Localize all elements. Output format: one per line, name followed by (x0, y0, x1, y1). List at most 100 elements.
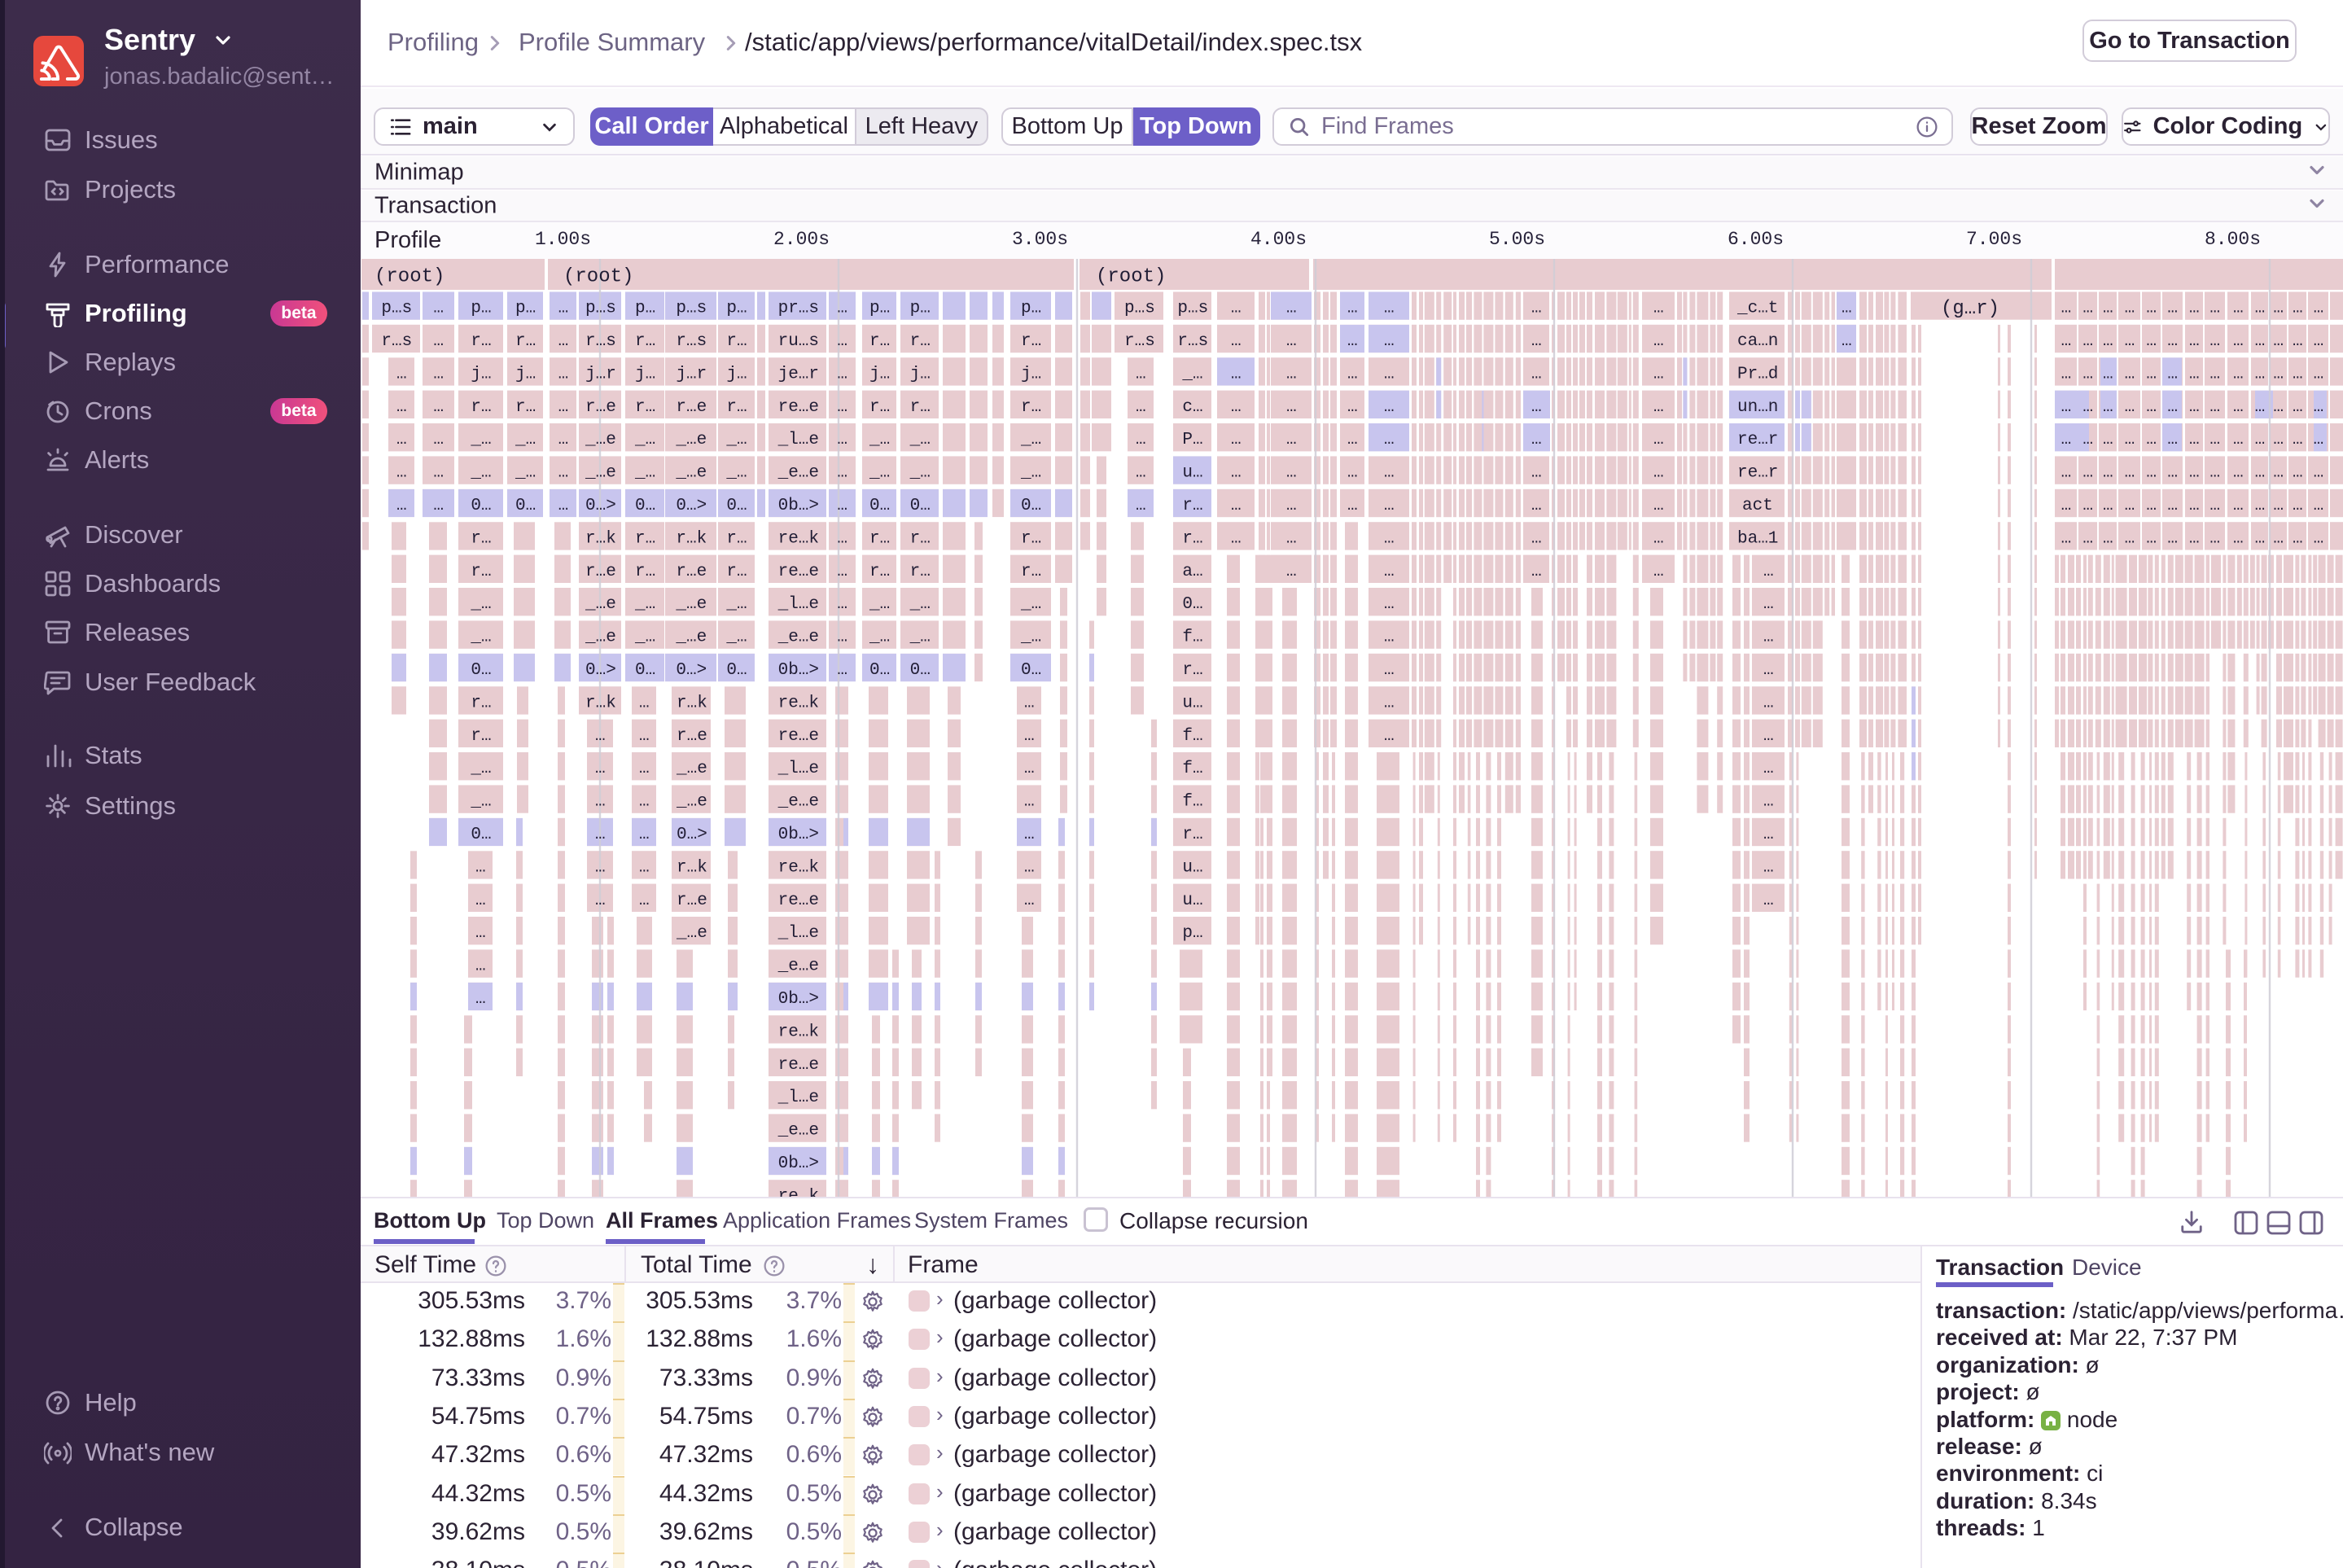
svg-text:(g…r): (g…r) (1941, 298, 1999, 320)
svg-text:0…: 0… (910, 497, 931, 515)
svg-text:j…: j… (726, 365, 747, 383)
svg-text:Pr…d: Pr…d (1737, 365, 1778, 383)
svg-text:r…k: r…k (676, 529, 707, 548)
svg-text:_…e: _…e (585, 629, 616, 647)
svg-text:p…s: p…s (585, 300, 616, 318)
svg-text:…: … (2125, 365, 2135, 383)
svg-text:…: … (2125, 464, 2135, 483)
svg-text:…: … (433, 300, 444, 318)
svg-text:_…: _… (634, 464, 655, 483)
svg-text:…: … (1347, 398, 1358, 417)
svg-text:f…: f… (1182, 793, 1202, 812)
svg-text:_…: _… (470, 760, 491, 778)
svg-text:u…: u… (1182, 891, 1202, 910)
svg-text:…: … (2209, 332, 2220, 351)
svg-text:…: … (1286, 365, 1297, 383)
svg-text:r…: r… (726, 332, 747, 351)
svg-text:0…: 0… (635, 497, 655, 515)
svg-text:…: … (1231, 464, 1242, 483)
svg-text:…: … (2189, 431, 2200, 449)
svg-text:…: … (1384, 595, 1395, 614)
svg-text:…: … (1531, 398, 1542, 417)
svg-text:…: … (595, 793, 606, 812)
svg-text:…: … (1842, 300, 1852, 318)
svg-text:P…: P… (1182, 431, 1202, 449)
svg-text:…: … (2293, 497, 2303, 515)
svg-text:u…: u… (1182, 464, 1202, 483)
svg-text:_…: _… (470, 464, 491, 483)
svg-text:j…: j… (471, 365, 491, 383)
svg-text:…: … (2255, 300, 2266, 318)
svg-text:…: … (2082, 464, 2093, 483)
svg-text:…: … (2273, 398, 2284, 417)
svg-text:…: … (1286, 464, 1297, 483)
svg-text:…: … (1384, 464, 1395, 483)
svg-text:…: … (2125, 431, 2135, 449)
svg-text:…: … (1384, 694, 1395, 712)
svg-text:…: … (1024, 891, 1035, 910)
svg-text:…: … (2293, 464, 2303, 483)
svg-text:…: … (1384, 365, 1395, 383)
svg-text:…: … (558, 398, 569, 417)
svg-text:p…s: p…s (381, 300, 412, 318)
svg-text:r…: r… (1182, 529, 1202, 548)
svg-text:r…e: r…e (677, 727, 707, 746)
svg-text:…: … (837, 398, 847, 417)
svg-text:0…>: 0…> (585, 497, 616, 515)
svg-text:…: … (2125, 529, 2135, 548)
svg-text:…: … (2233, 300, 2244, 318)
svg-text:…: … (2209, 431, 2220, 449)
svg-text:0…>: 0…> (677, 826, 707, 844)
svg-text:r…: r… (515, 398, 536, 417)
svg-text:_…: _… (634, 629, 655, 647)
svg-text:0b…>: 0b…> (778, 826, 819, 844)
svg-text:re…r: re…r (1737, 431, 1778, 449)
svg-text:r…: r… (471, 563, 491, 581)
svg-text:…: … (1763, 727, 1774, 746)
svg-text:…: … (1763, 891, 1774, 910)
svg-text:…: … (1347, 365, 1358, 383)
svg-text:…: … (2233, 365, 2244, 383)
svg-text:…: … (396, 497, 407, 515)
svg-text:j…: j… (635, 365, 655, 383)
svg-text:_…: _… (1020, 595, 1041, 614)
svg-text:…: … (1763, 858, 1774, 877)
svg-text:p…: p… (471, 300, 491, 318)
svg-text:…: … (1347, 497, 1358, 515)
svg-text:re…k: re…k (778, 1023, 819, 1041)
svg-text:0…: 0… (1021, 661, 1041, 680)
svg-text:…: … (2167, 464, 2178, 483)
svg-text:r…s: r…s (1177, 332, 1208, 351)
svg-text:0…: 0… (869, 661, 890, 680)
svg-text:act: act (1742, 497, 1773, 515)
svg-text:p…s: p…s (676, 300, 707, 318)
svg-text:…: … (2061, 332, 2072, 351)
svg-text:r…: r… (869, 563, 890, 581)
svg-text:…: … (639, 826, 650, 844)
svg-text:…: … (2061, 300, 2072, 318)
svg-text:…: … (1653, 431, 1664, 449)
svg-text:…: … (837, 629, 847, 647)
svg-text:…: … (1024, 727, 1035, 746)
svg-text:_…: _… (909, 464, 931, 483)
svg-text:…: … (1531, 431, 1542, 449)
svg-text:…: … (2103, 365, 2113, 383)
svg-text:…: … (2314, 300, 2324, 318)
svg-text:j…: j… (910, 365, 931, 383)
svg-text:pr…s: pr…s (778, 300, 819, 318)
svg-text:…: … (837, 497, 847, 515)
svg-text:…: … (2082, 332, 2093, 351)
svg-text:…: … (2293, 431, 2303, 449)
svg-text:…: … (1024, 760, 1035, 778)
svg-text:0…: 0… (869, 497, 890, 515)
svg-text:…: … (837, 595, 847, 614)
svg-text:r…: r… (1021, 529, 1041, 548)
svg-text:…: … (1384, 300, 1395, 318)
svg-text:…: … (2273, 497, 2284, 515)
svg-text:_e…e: _e…e (777, 629, 819, 647)
svg-text:…: … (1763, 563, 1774, 581)
svg-text:0b…>: 0b…> (778, 990, 819, 1009)
svg-text:_…e: _…e (585, 431, 616, 449)
svg-text:…: … (2146, 398, 2157, 417)
svg-text:…: … (639, 694, 650, 712)
